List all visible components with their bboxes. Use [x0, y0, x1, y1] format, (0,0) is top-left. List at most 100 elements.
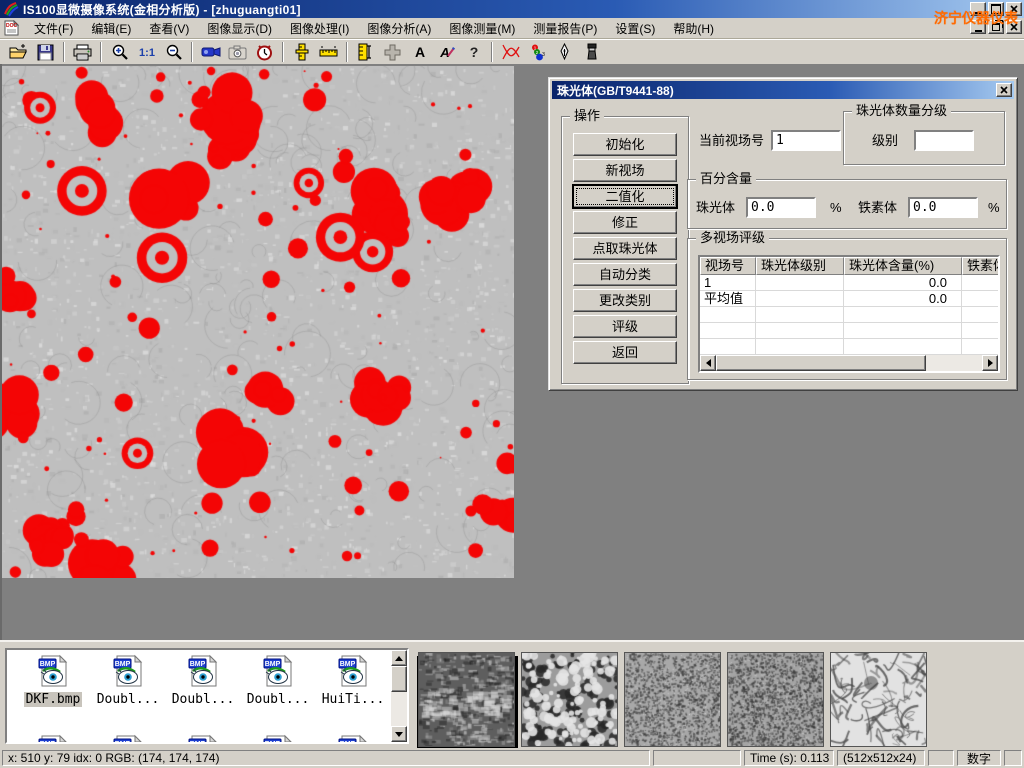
table-row-empty	[700, 307, 998, 323]
menu-report[interactable]: 测量报告(P)	[524, 18, 606, 39]
file-browser[interactable]: BMP DKF.bmp BMP Doubl... BMP Doubl... BM…	[5, 648, 409, 744]
thumbnail-3[interactable]	[624, 652, 721, 747]
ferrite-percent-input[interactable]	[908, 197, 978, 218]
return-button[interactable]: 返回	[573, 341, 677, 364]
scrollbar-thumb[interactable]	[716, 355, 926, 371]
toolbar-separator	[63, 42, 65, 62]
menu-settings[interactable]: 设置(S)	[606, 18, 664, 39]
zoom-out-button[interactable]	[160, 40, 187, 65]
pick-pearlite-button[interactable]: 点取珠光体	[573, 237, 677, 260]
operation-group-label: 操作	[570, 109, 604, 123]
new-field-button[interactable]: 新视场	[573, 159, 677, 182]
scroll-left-button[interactable]	[700, 355, 716, 371]
zoom-in-button[interactable]	[106, 40, 133, 65]
camera-button[interactable]	[224, 40, 251, 65]
file-name[interactable]: DKF.bmp	[24, 692, 83, 707]
classify-balls-button[interactable]: 1 2 3	[524, 40, 551, 65]
scroll-right-button[interactable]	[982, 355, 998, 371]
level-input[interactable]	[914, 130, 974, 151]
file-item[interactable]: BMP DKF.bmp	[17, 654, 89, 707]
svg-text:A: A	[414, 44, 424, 60]
menu-file[interactable]: 文件(F)	[25, 18, 82, 39]
cell-ferrite	[962, 275, 1000, 291]
move-cross-button[interactable]	[379, 40, 406, 65]
brush-button[interactable]	[578, 40, 605, 65]
grade-button[interactable]: 评级	[573, 315, 677, 338]
file-name[interactable]: Doubl...	[95, 692, 162, 707]
correct-button[interactable]: 修正	[573, 211, 677, 234]
thumbnail-4[interactable]	[727, 652, 824, 747]
metallograph-image[interactable]	[2, 66, 514, 578]
status-empty-panel	[1004, 750, 1022, 766]
thumbnail-5[interactable]	[830, 652, 927, 747]
file-item[interactable]: BMP	[167, 734, 239, 744]
grading-table[interactable]: 视场号 珠光体级别 珠光体含量(%) 铁素体 1 0.0 平均值 0.0	[698, 255, 1000, 373]
file-name[interactable]: Doubl...	[245, 692, 312, 707]
file-item[interactable]: BMP Doubl...	[167, 654, 239, 707]
cell-pearlite-level	[756, 291, 844, 307]
ruler-horizontal-button[interactable]	[315, 40, 342, 65]
bottom-panel: BMP DKF.bmp BMP Doubl... BMP Doubl... BM…	[0, 640, 1024, 748]
thumbnail-2[interactable]	[521, 652, 618, 747]
auto-classify-button[interactable]: 自动分类	[573, 263, 677, 286]
actual-size-button[interactable]: 1:1	[133, 40, 160, 65]
caliper-vertical-icon	[295, 43, 309, 61]
menu-edit[interactable]: 编辑(E)	[82, 18, 140, 39]
file-name[interactable]: Doubl...	[170, 692, 237, 707]
col-ferrite[interactable]: 铁素体	[962, 257, 1000, 275]
table-row[interactable]: 平均值 0.0	[700, 291, 998, 307]
measure-caliper-button[interactable]	[352, 40, 379, 65]
menu-view[interactable]: 查看(V)	[140, 18, 198, 39]
file-item[interactable]: BMP HuiTi...	[317, 654, 389, 707]
video-camera-button[interactable]	[197, 40, 224, 65]
window-title: IS100显微摄像系统(金相分析版) - [zhuguangti01]	[23, 1, 301, 18]
pen-button[interactable]	[551, 40, 578, 65]
spline-curve-button[interactable]	[497, 40, 524, 65]
svg-text:BMP: BMP	[340, 741, 356, 744]
pearlite-percent-input[interactable]	[746, 197, 816, 218]
svg-text:DOC: DOC	[6, 23, 18, 29]
file-item[interactable]: BMP	[317, 734, 389, 744]
scroll-up-button[interactable]	[391, 650, 407, 666]
text-tool-button[interactable]: A	[406, 40, 433, 65]
scrollbar-thumb[interactable]	[391, 666, 407, 692]
status-coordinates: x: 510 y: 79 idx: 0 RGB: (174, 174, 174)	[2, 750, 650, 766]
help-button[interactable]: ?	[460, 40, 487, 65]
current-field-input[interactable]	[771, 130, 841, 151]
file-item[interactable]: BMP Doubl...	[242, 654, 314, 707]
print-button[interactable]	[69, 40, 96, 65]
menu-image-analysis[interactable]: 图像分析(A)	[358, 18, 440, 39]
dialog-title-bar[interactable]: 珠光体(GB/T9441-88)	[552, 81, 1014, 99]
cell-pearlite-content: 0.0	[844, 291, 962, 307]
menu-help[interactable]: 帮助(H)	[664, 18, 723, 39]
scroll-down-button[interactable]	[391, 726, 407, 742]
binarize-button[interactable]: 二值化	[573, 185, 677, 208]
file-name[interactable]: HuiTi...	[320, 692, 387, 707]
file-item[interactable]: BMP	[242, 734, 314, 744]
table-row-empty	[700, 323, 998, 339]
menu-image-display[interactable]: 图像显示(D)	[198, 18, 281, 39]
save-button[interactable]	[32, 40, 59, 65]
dialog-close-button[interactable]	[996, 83, 1012, 97]
table-horizontal-scrollbar[interactable]	[700, 355, 998, 371]
help-icon: ?	[467, 44, 481, 60]
file-browser-scrollbar[interactable]	[391, 650, 407, 742]
file-item[interactable]: BMP	[92, 734, 164, 744]
text-edit-button[interactable]: A	[433, 40, 460, 65]
timer-button[interactable]	[251, 40, 278, 65]
file-item[interactable]: BMP	[17, 734, 89, 744]
menu-image-process[interactable]: 图像处理(I)	[281, 18, 358, 39]
bmp-file-icon: BMP	[186, 677, 220, 691]
change-class-button[interactable]: 更改类别	[573, 289, 677, 312]
file-item[interactable]: BMP Doubl...	[92, 654, 164, 707]
col-pearlite-content[interactable]: 珠光体含量(%)	[844, 257, 962, 275]
menu-image-measure[interactable]: 图像测量(M)	[440, 18, 524, 39]
col-field-number[interactable]: 视场号	[700, 257, 756, 275]
table-row[interactable]: 1 0.0	[700, 275, 998, 291]
open-button[interactable]	[5, 40, 32, 65]
thumbnail-1[interactable]	[418, 652, 515, 747]
initialize-button[interactable]: 初始化	[573, 133, 677, 156]
svg-text:BMP: BMP	[40, 661, 56, 668]
col-pearlite-level[interactable]: 珠光体级别	[756, 257, 844, 275]
caliper-vertical-button[interactable]	[288, 40, 315, 65]
